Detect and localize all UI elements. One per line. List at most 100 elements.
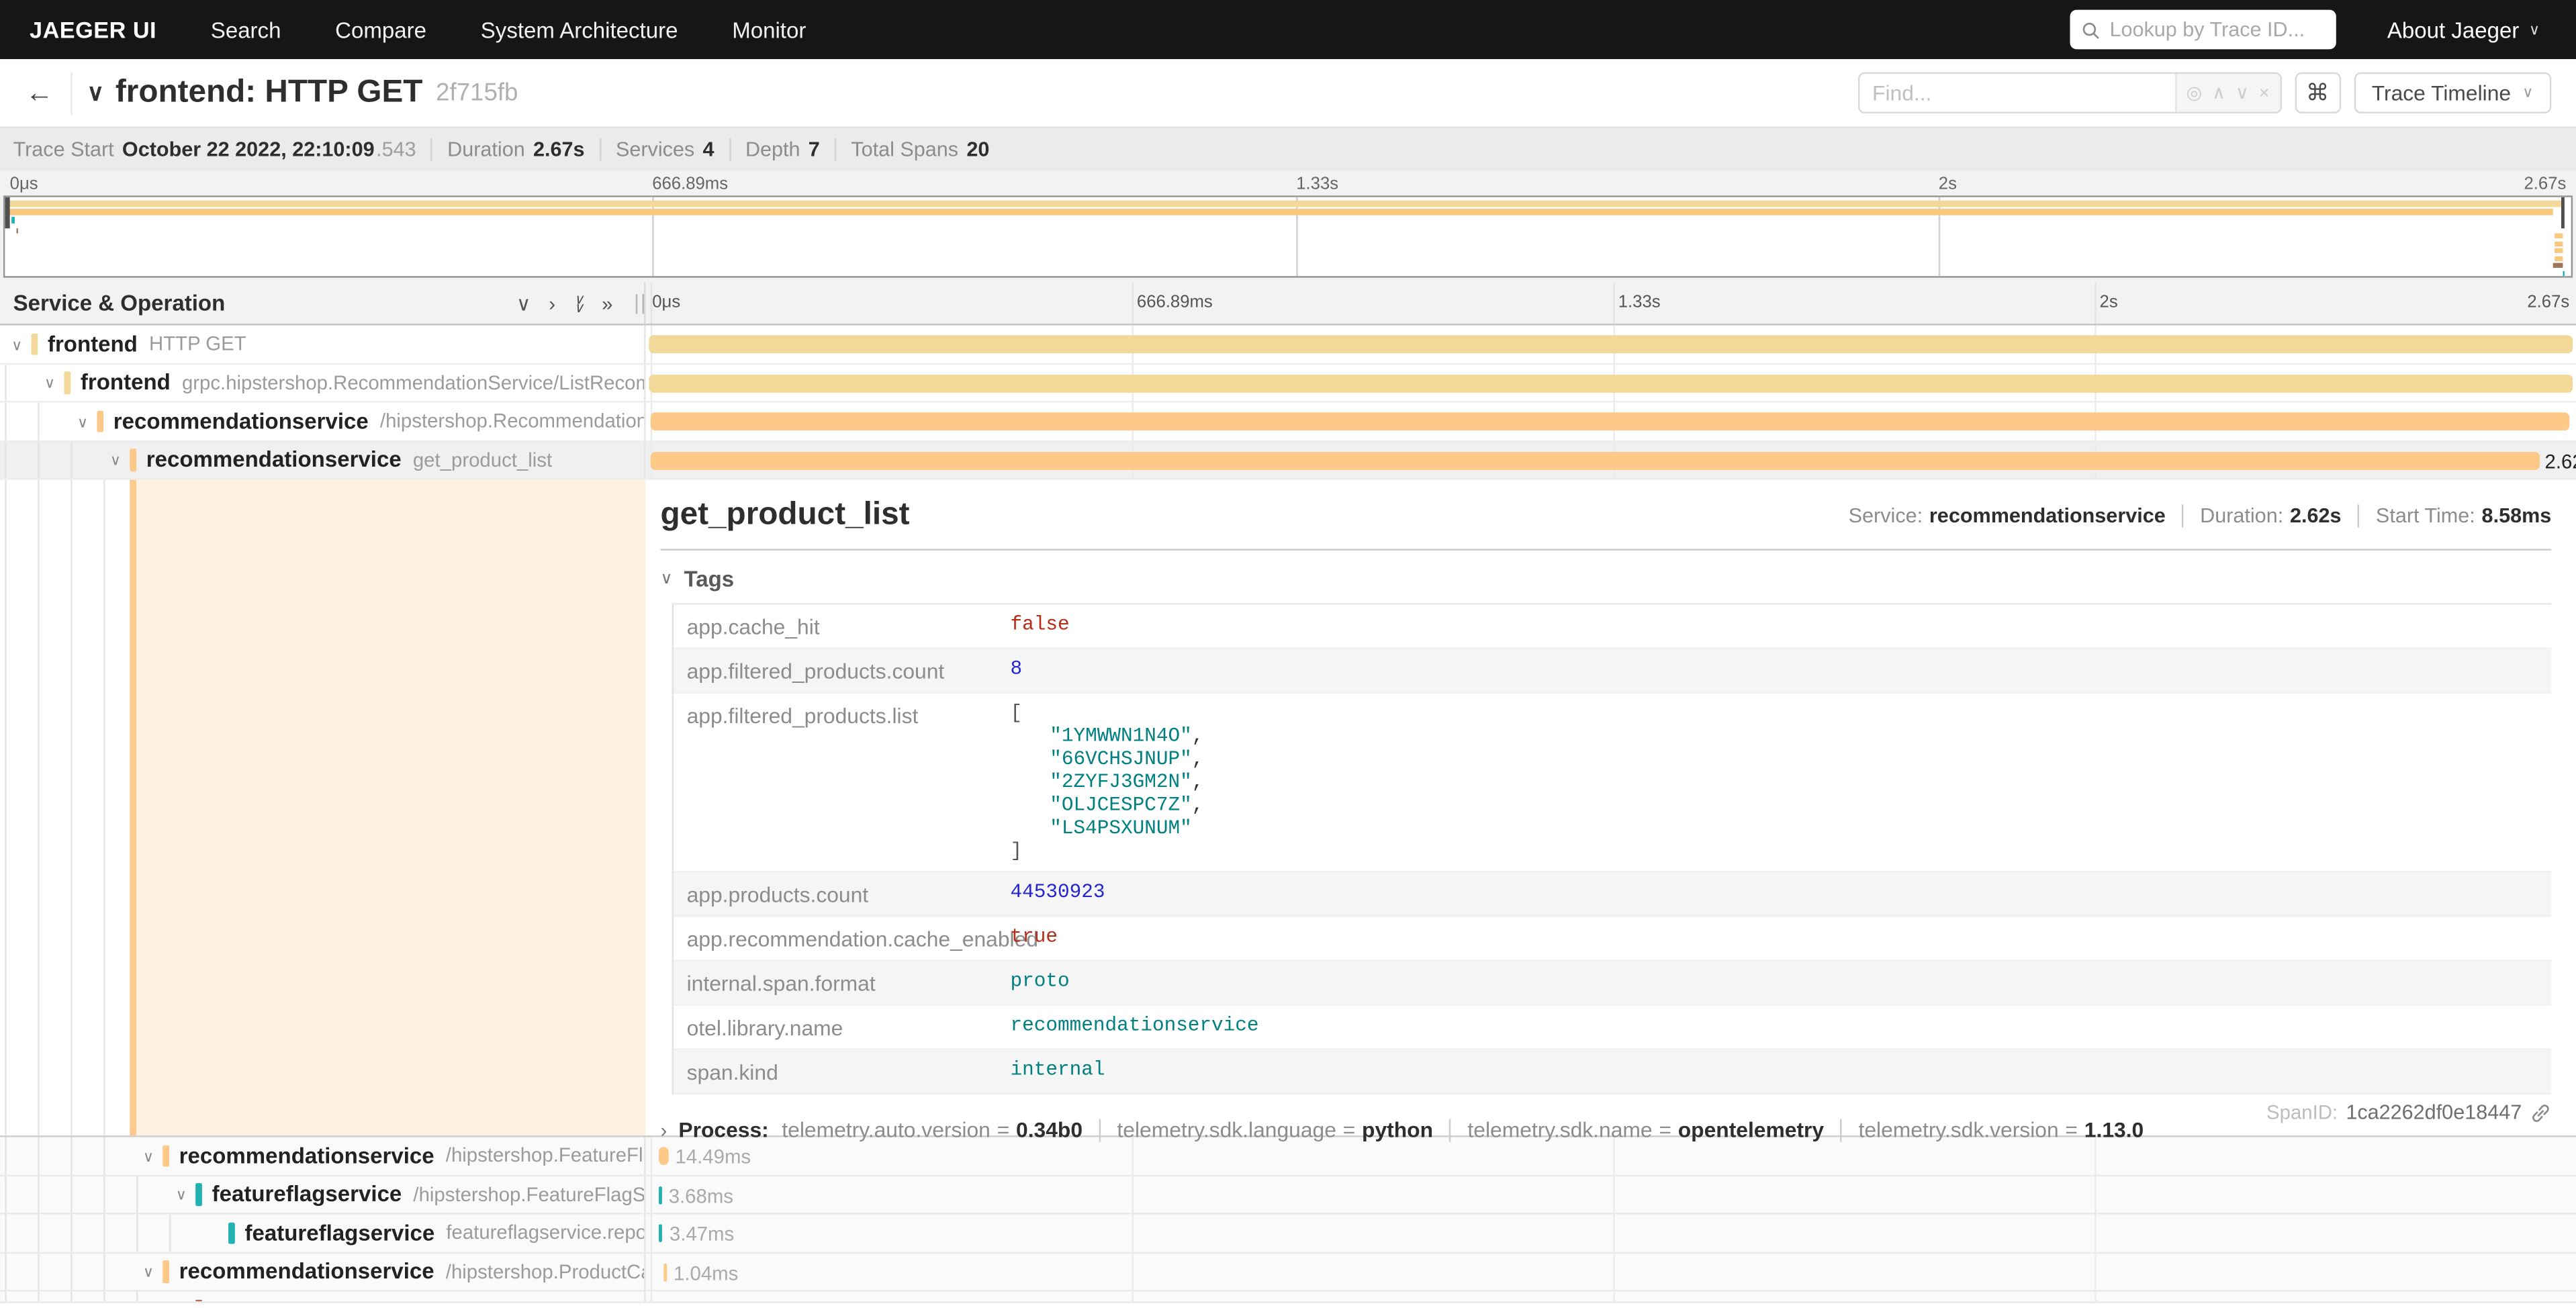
- minimap-span-tick: [2554, 234, 2562, 238]
- span-row-featureflag-parent[interactable]: ∨ recommendationservice /hipstershop.Fea…: [0, 1137, 2576, 1176]
- tag-row: app.filtered_products.count 8: [674, 649, 2551, 694]
- search-icon: [2082, 21, 2100, 39]
- nav-item-system-architecture[interactable]: System Architecture: [481, 17, 678, 42]
- back-arrow-button[interactable]: ←: [18, 77, 61, 109]
- span-color-bar: [163, 1260, 169, 1282]
- span-row-recommendation-list[interactable]: ∨ recommendationservice /hipstershop.Rec…: [0, 403, 2576, 442]
- collapse-deep-icon[interactable]: ∨∨: [573, 295, 584, 311]
- chevron-down-icon[interactable]: ∨: [44, 375, 55, 393]
- span-duration-bar[interactable]: [648, 374, 2573, 392]
- minimap-span-tick: [2555, 256, 2562, 261]
- locate-icon[interactable]: ◎: [2187, 82, 2203, 103]
- span-color-bar: [195, 1183, 202, 1205]
- span-row-partial[interactable]: [0, 1292, 2576, 1303]
- expand-all-icon[interactable]: »: [602, 291, 612, 314]
- trace-title-bar: ← ∨ frontend: HTTP GET 2f715fb ◎ ∧ ∨ × ⌘…: [0, 59, 2576, 126]
- jaeger-trace-page: JAEGER UI Search Compare System Architec…: [0, 0, 2576, 1308]
- span-duration-bar[interactable]: [659, 1147, 669, 1165]
- span-duration-label: 1.04ms: [674, 1261, 738, 1284]
- trace-id-lookup[interactable]: [2070, 10, 2336, 50]
- divider: [71, 71, 72, 114]
- span-color-bar: [130, 449, 136, 471]
- nav-item-search[interactable]: Search: [211, 17, 281, 42]
- span-row-productcatalog[interactable]: ∨ recommendationservice /hipstershop.Pro…: [0, 1253, 2576, 1292]
- tag-row: otel.library.name recommendationservice: [674, 1006, 2551, 1050]
- trace-summary-bar: Trace Start October 22 2022, 22:10:09.54…: [0, 126, 2576, 171]
- minimap-canvas[interactable]: [3, 195, 2573, 277]
- span-color-bar: [195, 1299, 202, 1302]
- minimap-span-tick: [15, 228, 18, 234]
- nav-item-monitor[interactable]: Monitor: [732, 17, 806, 42]
- minimap-span-bar: [5, 199, 2561, 207]
- find-input[interactable]: [1859, 74, 2174, 111]
- clear-find-icon[interactable]: ×: [2259, 83, 2270, 103]
- minimap-right-scrub-handle[interactable]: [2561, 197, 2565, 228]
- span-detail-highlight: [136, 480, 646, 1135]
- span-duration-bar[interactable]: [648, 335, 2573, 353]
- span-detail-row: get_product_list Service: recommendation…: [0, 480, 2576, 1137]
- trace-id-lookup-input[interactable]: [2109, 18, 2319, 41]
- span-color-bar: [97, 410, 103, 432]
- about-jaeger-menu[interactable]: About Jaeger ∨: [2387, 17, 2540, 42]
- chevron-down-icon[interactable]: ∨: [110, 452, 121, 470]
- prev-result-icon[interactable]: ∧: [2212, 82, 2225, 103]
- span-detail-panel: get_product_list Service: recommendation…: [645, 480, 2576, 1135]
- expand-one-icon[interactable]: ›: [549, 291, 555, 314]
- top-nav: JAEGER UI Search Compare System Architec…: [0, 0, 2576, 59]
- find-box: ◎ ∧ ∨ ×: [1857, 73, 2281, 113]
- span-duration-bar[interactable]: [651, 451, 2540, 469]
- span-color-bar: [31, 333, 38, 355]
- expand-collapse-controls: ∨ › ∨∨ »: [516, 291, 613, 314]
- keyboard-shortcuts-button[interactable]: ⌘: [2295, 73, 2341, 113]
- span-id: SpanID: 1ca2262df0e18447: [2266, 1101, 2551, 1124]
- chevron-down-icon[interactable]: ∨: [143, 1148, 154, 1166]
- chevron-down-icon[interactable]: ∨: [176, 1186, 187, 1205]
- chevron-down-icon: ∨: [2529, 21, 2540, 39]
- span-duration-label: 14.49ms: [675, 1146, 751, 1168]
- trace-title: frontend: HTTP GET: [116, 74, 423, 111]
- minimap-span-tick: [11, 217, 14, 224]
- span-row-get-product-list[interactable]: ∨ recommendationservice get_product_list…: [0, 441, 2576, 480]
- next-result-icon[interactable]: ∨: [2236, 82, 2249, 103]
- span-duration-label: 3.47ms: [670, 1223, 734, 1246]
- view-select-button[interactable]: Trace Timeline ∨: [2354, 73, 2551, 113]
- trace-duration: Duration 2.67s: [447, 138, 584, 161]
- span-duration-bar[interactable]: [663, 1263, 666, 1281]
- span-row-featureflagservice-get[interactable]: ∨ featureflagservice /hipstershop.Featur…: [0, 1176, 2576, 1215]
- collapse-all-icon[interactable]: ∨: [516, 291, 531, 314]
- chevron-down-icon[interactable]: ∨: [11, 336, 22, 354]
- tag-row: app.products.count 44530923: [674, 872, 2551, 917]
- span-row-frontend-http-get[interactable]: ∨ frontend HTTP GET: [0, 326, 2576, 365]
- link-icon[interactable]: [2530, 1102, 2552, 1123]
- tag-row: app.filtered_products.list [ 1YMWWN1N4O,…: [674, 694, 2551, 873]
- column-resizer-handle[interactable]: [636, 293, 644, 313]
- nav-right: About Jaeger ∨: [2070, 10, 2576, 50]
- command-icon: ⌘: [2306, 79, 2329, 107]
- span-row-featureflagservice-repo-query[interactable]: featureflagservice featureflagservice.re…: [0, 1215, 2576, 1254]
- nav-item-compare[interactable]: Compare: [335, 17, 426, 42]
- span-duration-bar[interactable]: [658, 1186, 661, 1204]
- minimap-span-tick: [2554, 248, 2562, 253]
- timeline-axis: 0μs 666.89ms 1.33s 2s 2.67s: [645, 283, 2576, 326]
- chevron-down-icon: ∨: [660, 570, 672, 588]
- trace-minimap: 0μs 666.89ms 1.33s 2s 2.67s: [0, 171, 2576, 283]
- collapse-trace-chevron-icon[interactable]: ∨: [87, 79, 104, 107]
- chevron-down-icon[interactable]: ∨: [143, 1264, 154, 1282]
- span-duration-bar[interactable]: [659, 1224, 662, 1242]
- brand-jaeger-ui[interactable]: JAEGER UI: [30, 16, 156, 42]
- trace-depth: Depth 7: [745, 138, 820, 161]
- tag-row: span.kind internal: [674, 1050, 2551, 1094]
- chevron-down-icon: ∨: [2522, 84, 2533, 102]
- span-duration-bar[interactable]: [650, 412, 2569, 430]
- minimap-ticks: 0μs 666.89ms 1.33s 2s 2.67s: [0, 174, 2576, 195]
- chevron-down-icon[interactable]: ∨: [77, 413, 88, 431]
- span-row-frontend-grpc[interactable]: ∨ frontend grpc.hipstershop.Recommendati…: [0, 364, 2576, 403]
- span-color-bar: [163, 1145, 169, 1167]
- minimap-left-scrub-handle[interactable]: [5, 197, 9, 228]
- minimap-span-tick: [2562, 271, 2565, 277]
- span-color-bar: [228, 1222, 235, 1244]
- span-duration-label: 2.62s: [2545, 449, 2576, 472]
- tag-row: app.cache_hit false: [674, 605, 2551, 649]
- tags-section-toggle[interactable]: ∨ Tags: [660, 567, 2551, 592]
- tag-row: internal.span.format proto: [674, 962, 2551, 1006]
